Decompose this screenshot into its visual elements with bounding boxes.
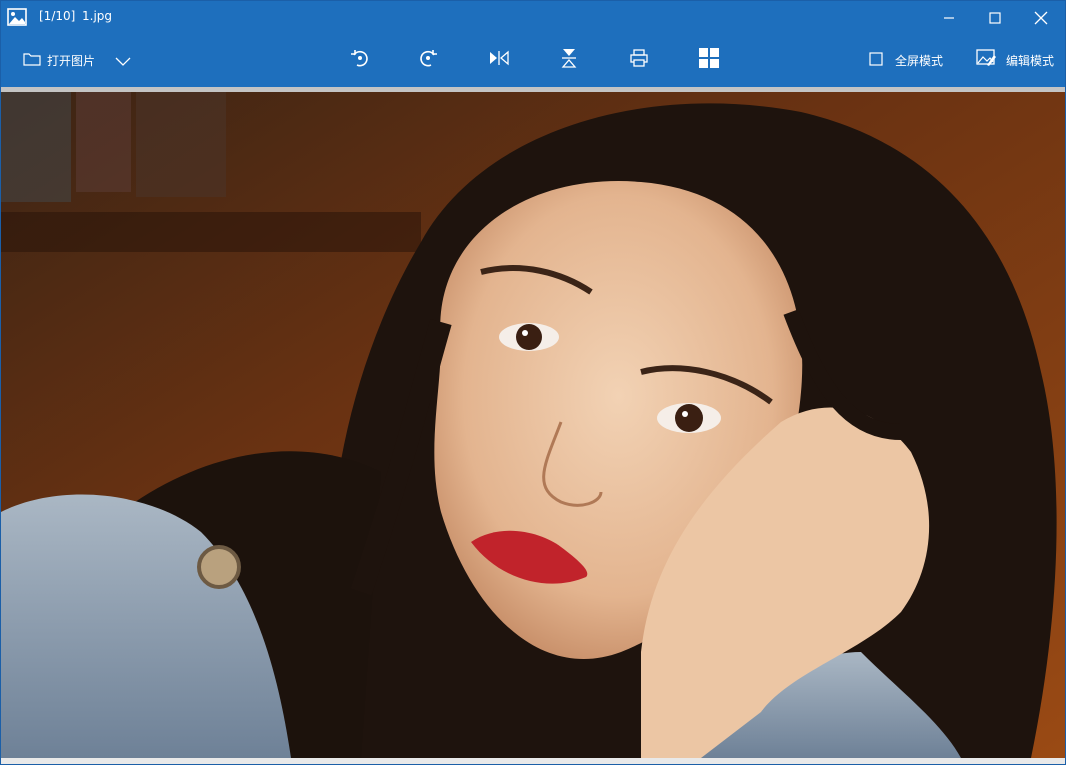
status-strip xyxy=(1,758,1065,764)
edit-mode-button[interactable]: 编辑模式 xyxy=(976,48,1054,72)
image-canvas[interactable] xyxy=(1,92,1065,758)
flip-horizontal-icon xyxy=(488,49,510,71)
rotate-left-icon xyxy=(348,47,370,73)
open-image-button[interactable]: 打开图片 xyxy=(23,47,95,73)
title-bar[interactable]: [1/10] 1.jpg xyxy=(1,1,1065,35)
print-button[interactable] xyxy=(626,48,652,72)
close-button[interactable] xyxy=(1018,1,1064,35)
image-viewer-window: [1/10] 1.jpg 打开图片 全屏模式 编辑模式 xyxy=(0,0,1066,765)
maximize-button[interactable] xyxy=(972,1,1018,35)
minimize-icon xyxy=(943,12,955,24)
edit-image-icon xyxy=(976,49,996,71)
close-icon xyxy=(1034,11,1048,25)
title-image-index: [1/10] xyxy=(39,9,76,23)
rotate-right-button[interactable] xyxy=(416,48,442,72)
print-icon xyxy=(629,48,649,72)
chevron-down-icon[interactable] xyxy=(114,52,132,71)
fullscreen-mode-toggle[interactable]: 全屏模式 xyxy=(869,49,943,71)
maximize-icon xyxy=(989,12,1001,24)
rotate-right-icon xyxy=(418,47,440,73)
rotate-left-button[interactable] xyxy=(346,48,372,72)
checkbox-icon xyxy=(869,51,883,70)
flip-horizontal-button[interactable] xyxy=(486,48,512,72)
displayed-photo xyxy=(1,92,1065,758)
edit-mode-label: 编辑模式 xyxy=(1006,53,1055,68)
app-image-icon xyxy=(7,8,27,26)
folder-icon xyxy=(23,51,41,70)
flip-vertical-icon xyxy=(560,47,578,73)
open-image-label: 打开图片 xyxy=(47,53,96,68)
grid-icon xyxy=(698,47,720,73)
fullscreen-mode-label: 全屏模式 xyxy=(895,53,944,68)
title-file-name: 1.jpg xyxy=(82,9,113,23)
thumbnail-grid-button[interactable] xyxy=(696,48,722,72)
toolbar: 打开图片 全屏模式 编辑模式 xyxy=(1,35,1065,87)
flip-vertical-button[interactable] xyxy=(556,48,582,72)
minimize-button[interactable] xyxy=(926,1,972,35)
